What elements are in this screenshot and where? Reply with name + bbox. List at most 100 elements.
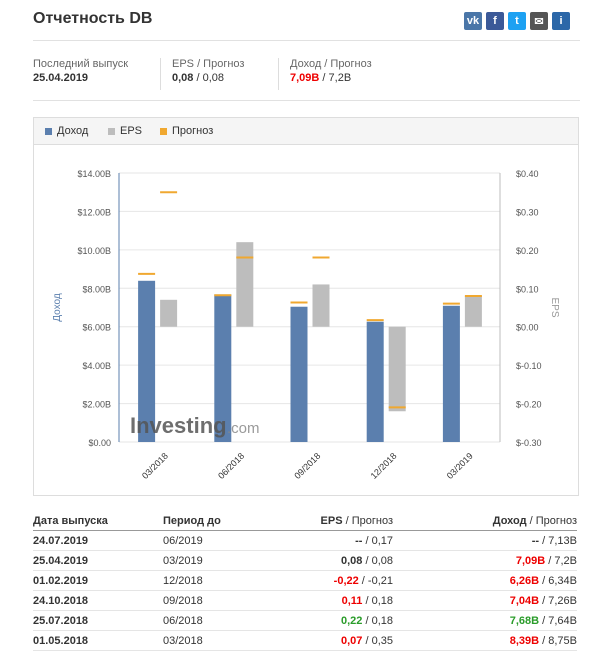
table-row: 01.02.2019 12/2018 -0,22 / -0,21 6,26B / 6,…	[33, 570, 577, 591]
twitter-icon[interactable]: t	[508, 12, 526, 30]
mail-icon[interactable]: ✉	[530, 12, 548, 30]
row-date: 25.04.2019	[33, 550, 163, 571]
y-right-tick-label: $-0.30	[516, 438, 542, 448]
y-left-axis-label: Доход	[52, 293, 63, 322]
col-eps: EPS / Прогноз	[273, 512, 393, 531]
y-right-axis-label: EPS	[549, 297, 560, 317]
legend-label: Доход	[57, 125, 89, 137]
y-right-tick-label: $-0.10	[516, 361, 542, 371]
table-row: 24.07.2019 06/2019 -- / 0,17 -- / 7,13B	[33, 530, 577, 551]
row-revenue-actual: 6,26B	[509, 574, 540, 587]
earnings-history-table: Дата выпуска Период до EPS / Прогноз Дох…	[33, 512, 577, 651]
row-eps: -- / 0,17	[273, 530, 393, 551]
y-left-tick-label: $4.00B	[82, 361, 111, 371]
y-right-tick-label: $0.40	[516, 169, 539, 179]
y-left-tick-label: $2.00B	[82, 400, 111, 410]
info-icon[interactable]: i	[552, 12, 570, 30]
row-eps: 0,11 / 0,18	[273, 590, 393, 611]
table-row: 25.07.2018 06/2018 0,22 / 0,18 7,68B / 7,64…	[33, 610, 577, 631]
revenue-bar	[366, 321, 384, 442]
row-date: 25.07.2018	[33, 610, 163, 631]
row-revenue-actual: 7,09B	[515, 554, 546, 567]
x-tick-label: 03/2018	[140, 451, 170, 481]
y-left-tick-label: $6.00B	[82, 323, 111, 333]
row-eps-actual: 0,08	[341, 554, 363, 567]
y-right-tick-label: $0.30	[516, 207, 539, 217]
y-left-tick-label: $12.00B	[77, 207, 111, 217]
col-period: Период до	[163, 512, 273, 531]
row-revenue: 7,68B / 7,64B	[393, 610, 577, 631]
eps-bar	[160, 299, 178, 327]
row-revenue-actual: --	[531, 534, 540, 547]
row-eps: 0,22 / 0,18	[273, 610, 393, 631]
y-left-tick-label: $14.00B	[77, 169, 111, 179]
legend-swatch-forecast	[160, 127, 167, 135]
share-toolbar: vk f t ✉ i	[464, 12, 574, 30]
y-right-tick-label: $-0.20	[516, 400, 542, 410]
facebook-icon[interactable]: f	[486, 12, 504, 30]
row-revenue-forecast: / 8,75B	[539, 634, 577, 647]
legend-item-forecast[interactable]: Прогноз	[160, 125, 213, 137]
row-revenue-actual: 7,04B	[509, 594, 540, 607]
summary-divider	[33, 100, 580, 101]
row-revenue-forecast: / 7,13B	[539, 534, 577, 547]
summary-separator	[160, 58, 161, 90]
table-row: 24.10.2018 09/2018 0,11 / 0,18 7,04B / 7,26…	[33, 590, 577, 611]
eps-summary-forecast: / 0,08	[193, 72, 224, 84]
x-tick-label: 09/2018	[292, 451, 322, 481]
row-eps: 0,08 / 0,08	[273, 550, 393, 571]
eps-bar	[388, 326, 406, 412]
row-date: 24.10.2018	[33, 590, 163, 611]
revenue-bar	[442, 305, 460, 442]
eps-summary-label: EPS / Прогноз	[172, 58, 245, 70]
row-revenue: -- / 7,13B	[393, 530, 577, 551]
row-revenue: 6,26B / 6,34B	[393, 570, 577, 591]
row-eps-actual: 0,11	[341, 594, 363, 607]
revenue-summary-actual: 7,09B	[290, 72, 320, 84]
row-eps-forecast: / -0,21	[358, 574, 393, 587]
row-period: 09/2018	[163, 590, 273, 611]
last-release-label: Последний выпуск	[33, 58, 129, 70]
row-eps-forecast: / 0,08	[362, 554, 393, 567]
y-right-tick-label: $0.10	[516, 284, 539, 294]
eps-bar	[236, 242, 254, 327]
chart-legend: Доход EPS Прогноз	[34, 118, 578, 145]
row-revenue-forecast: / 6,34B	[539, 574, 577, 587]
eps-summary-actual: 0,08	[172, 72, 194, 84]
row-eps-forecast: / 0,17	[362, 534, 393, 547]
row-revenue-forecast: / 7,26B	[539, 594, 577, 607]
page-title: Отчетность DB	[33, 10, 153, 27]
col-revenue: Доход / Прогноз	[393, 512, 577, 531]
row-revenue-actual: 7,68B	[509, 614, 540, 627]
legend-item-revenue[interactable]: Доход	[45, 125, 88, 137]
col-eps-forecast-label: / Прогноз	[342, 515, 393, 527]
eps-summary-block: EPS / Прогноз 0,08 / 0,08	[172, 58, 244, 84]
vk-icon[interactable]: vk	[464, 12, 482, 30]
row-eps-forecast: / 0,18	[362, 614, 393, 627]
row-eps: -0,22 / -0,21	[273, 570, 393, 591]
row-revenue-actual: 8,39B	[509, 634, 540, 647]
revenue-bar	[290, 306, 308, 442]
row-revenue-forecast: / 7,2B	[545, 554, 577, 567]
y-left-tick-label: $10.00B	[77, 246, 111, 256]
row-eps-actual: 0,22	[341, 614, 363, 627]
revenue-summary-label: Доход / Прогноз	[290, 58, 372, 70]
row-period: 06/2019	[163, 530, 273, 551]
revenue-summary-forecast: / 7,2B	[319, 72, 352, 84]
eps-bar	[312, 284, 330, 327]
row-eps: 0,07 / 0,35	[273, 630, 393, 651]
x-tick-label: 06/2018	[216, 451, 246, 481]
row-period: 03/2018	[163, 630, 273, 651]
y-left-tick-label: $8.00B	[82, 284, 111, 294]
row-revenue: 7,09B / 7,2B	[393, 550, 577, 571]
investing-watermark-suffix: .com	[227, 420, 260, 437]
row-date: 01.05.2018	[33, 630, 163, 651]
row-period: 12/2018	[163, 570, 273, 591]
eps-bar	[464, 295, 482, 327]
col-date: Дата выпуска	[33, 512, 163, 531]
row-period: 06/2018	[163, 610, 273, 631]
legend-item-eps[interactable]: EPS	[108, 125, 142, 137]
legend-label: Прогноз	[172, 125, 214, 137]
row-eps-actual: 0,07	[341, 634, 363, 647]
table-row: 25.04.2019 03/2019 0,08 / 0,08 7,09B / 7,2B	[33, 550, 577, 571]
